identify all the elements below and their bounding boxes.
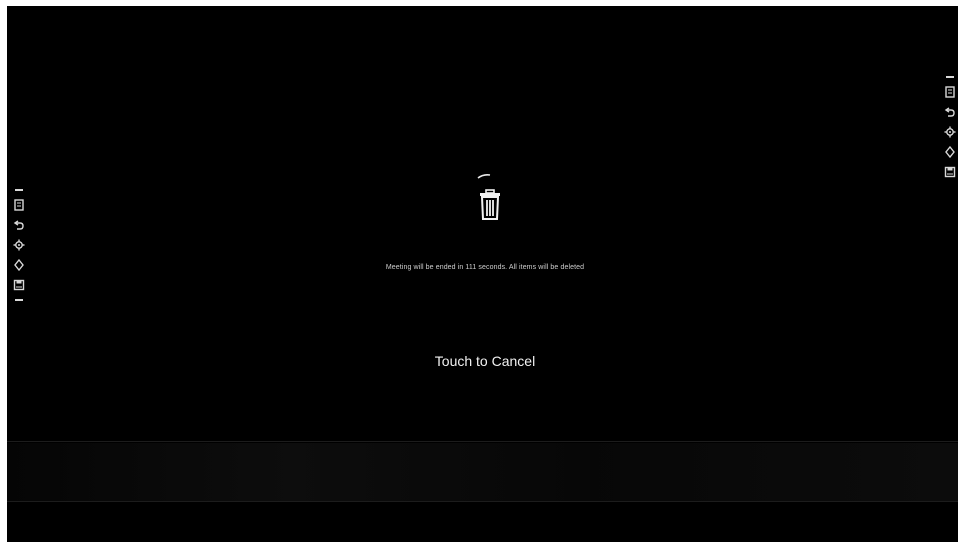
background-divider xyxy=(7,441,958,442)
undo-icon[interactable] xyxy=(13,219,25,231)
background-row xyxy=(7,443,958,501)
toolbar-top-mark xyxy=(946,76,954,78)
settings-icon[interactable] xyxy=(13,239,25,251)
toolbar-top-mark xyxy=(15,189,23,191)
left-toolbar xyxy=(13,189,25,301)
move-icon[interactable] xyxy=(944,146,956,158)
save-icon[interactable] xyxy=(13,279,25,291)
settings-icon[interactable] xyxy=(944,126,956,138)
background-divider xyxy=(7,501,958,502)
trash-icon xyxy=(475,172,505,222)
meeting-end-overlay: Meeting will be ended in 111 seconds. Al… xyxy=(7,6,958,542)
cancel-button[interactable]: Touch to Cancel xyxy=(390,346,580,376)
toolbar-bottom-mark xyxy=(15,299,23,301)
undo-icon[interactable] xyxy=(944,106,956,118)
right-toolbar xyxy=(944,76,956,178)
move-icon[interactable] xyxy=(13,259,25,271)
countdown-message: Meeting will be ended in 111 seconds. Al… xyxy=(385,264,585,271)
save-icon[interactable] xyxy=(944,166,956,178)
edit-icon[interactable] xyxy=(13,199,25,211)
edit-icon[interactable] xyxy=(944,86,956,98)
